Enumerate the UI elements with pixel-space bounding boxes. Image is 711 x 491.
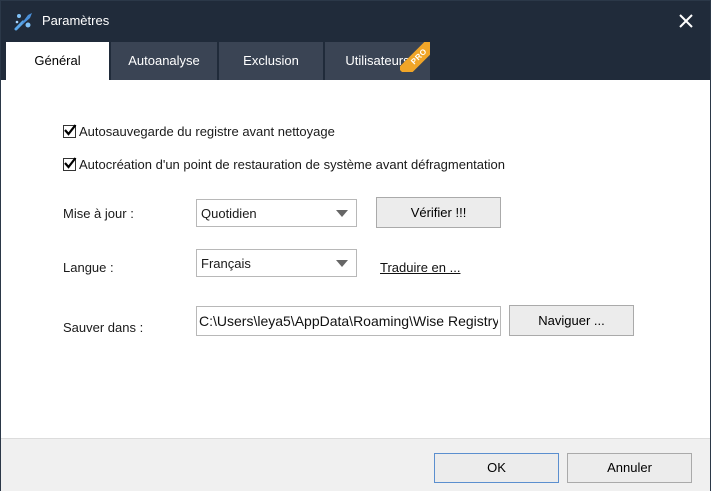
language-label: Langue : (63, 260, 114, 275)
cancel-button[interactable]: Annuler (567, 453, 692, 483)
tab-autoanalyse[interactable]: Autoanalyse (111, 42, 217, 80)
auto-backup-option: Autosauvegarde du registre avant nettoya… (63, 124, 335, 139)
tab-general-label: Général (34, 53, 81, 68)
auto-backup-checkbox[interactable] (63, 124, 77, 138)
pro-badge: PRO (400, 42, 430, 72)
tab-autoanalyse-label: Autoanalyse (128, 53, 200, 68)
dialog-footer: OK Annuler (1, 438, 710, 491)
window-title: Paramètres (42, 13, 110, 28)
general-panel: Autosauvegarde du registre avant nettoya… (1, 80, 710, 440)
tab-utilisateurs[interactable]: Utilisateurs PRO (325, 42, 430, 80)
update-frequency-value: Quotidien (201, 206, 257, 221)
update-label: Mise à jour : (63, 206, 134, 221)
save-in-label: Sauver dans : (63, 320, 144, 335)
browse-button[interactable]: Naviguer ... (509, 305, 634, 336)
checkmark-icon (64, 124, 77, 136)
tab-exclusion[interactable]: Exclusion (219, 42, 323, 80)
update-frequency-select[interactable]: Quotidien (196, 199, 357, 227)
chevron-down-icon (336, 210, 348, 217)
close-icon[interactable] (676, 11, 696, 31)
language-value: Français (201, 256, 251, 271)
translate-link[interactable]: Traduire en ... (380, 260, 460, 275)
checkmark-icon (64, 157, 77, 169)
auto-restore-checkbox[interactable] (63, 157, 77, 171)
settings-window: Paramètres Général Autoanalyse Exclusion… (0, 0, 711, 491)
app-logo-icon (13, 10, 35, 32)
title-bar: Paramètres (1, 1, 710, 41)
chevron-down-icon (336, 260, 348, 267)
auto-backup-label: Autosauvegarde du registre avant nettoya… (79, 124, 335, 139)
language-select[interactable]: Français (196, 249, 357, 277)
tab-general[interactable]: Général (6, 42, 109, 80)
tab-exclusion-label: Exclusion (243, 53, 299, 68)
ok-button[interactable]: OK (434, 453, 559, 483)
tab-bar: Général Autoanalyse Exclusion Utilisateu… (1, 41, 710, 80)
auto-restore-option: Autocréation d'un point de restauration … (63, 157, 505, 172)
auto-restore-label: Autocréation d'un point de restauration … (79, 157, 505, 172)
save-path-input[interactable] (196, 306, 501, 336)
check-update-button[interactable]: Vérifier !!! (376, 197, 501, 228)
